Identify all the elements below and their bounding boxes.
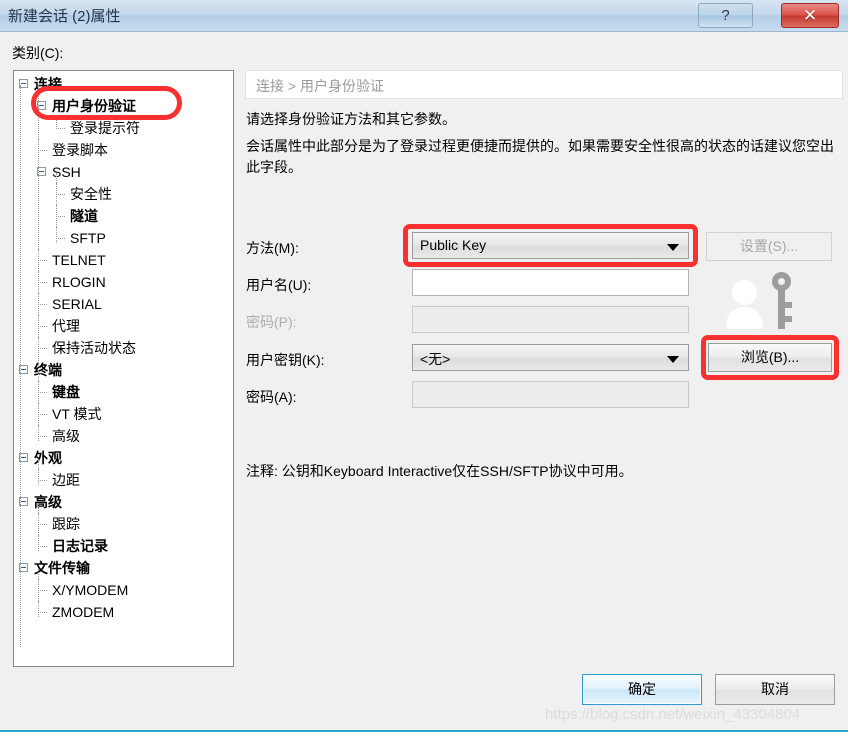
tree-item[interactable]: SERIAL bbox=[14, 293, 233, 315]
cancel-button[interactable]: 取消 bbox=[715, 674, 835, 705]
userkey-label: 用户密钥(K): bbox=[246, 352, 325, 368]
tree-item-label: SERIAL bbox=[52, 296, 102, 312]
tree-item[interactable]: 跟踪 bbox=[14, 513, 233, 535]
tree-item[interactable]: 安全性 bbox=[14, 183, 233, 205]
tree-item-label: 用户身份验证 bbox=[52, 98, 136, 114]
tree-guide-line bbox=[38, 503, 40, 551]
tree-item-label: 日志记录 bbox=[52, 538, 108, 554]
key-tooth-shape bbox=[785, 302, 792, 308]
tree-guide-line bbox=[56, 173, 58, 243]
tree-item[interactable]: 保持活动状态 bbox=[14, 337, 233, 359]
close-icon: ✕ bbox=[802, 6, 818, 25]
tree-item[interactable]: 用户身份验证 bbox=[14, 95, 233, 117]
tree-guide-line bbox=[38, 459, 40, 485]
method-value: Public Key bbox=[420, 237, 487, 253]
person-body-shape bbox=[726, 307, 763, 329]
tree-item-label: RLOGIN bbox=[52, 274, 106, 290]
user-key-icon bbox=[726, 272, 800, 336]
tree-item-label: 登录脚本 bbox=[52, 142, 108, 158]
tree-guide-line bbox=[38, 569, 40, 617]
tree-item-label: 登录提示符 bbox=[70, 120, 140, 136]
tree-item[interactable]: ZMODEM bbox=[14, 601, 233, 623]
tree-item[interactable]: 隧道 bbox=[14, 205, 233, 227]
tree-item[interactable]: 代理 bbox=[14, 315, 233, 337]
description-line-2: 会话属性中此部分是为了登录过程更便捷而提供的。如果需要安全性很高的状态的话建议您… bbox=[246, 138, 834, 175]
tree-item[interactable]: 日志记录 bbox=[14, 535, 233, 557]
password-input[interactable] bbox=[412, 306, 689, 333]
userkey-combobox[interactable]: <无> bbox=[412, 344, 689, 371]
breadcrumb-text: 连接 > 用户身份验证 bbox=[256, 78, 384, 94]
settings-button-label: 设置(S)... bbox=[739, 238, 799, 254]
tree-item[interactable]: 边距 bbox=[14, 469, 233, 491]
tree-item-label: 文件传输 bbox=[34, 560, 90, 576]
tree-guide-line bbox=[38, 371, 40, 441]
tree-item-label: 高级 bbox=[52, 428, 80, 444]
tree-item-label: 保持活动状态 bbox=[52, 340, 136, 356]
tree-item[interactable]: 连接 bbox=[14, 73, 233, 95]
tree-item[interactable]: 终端 bbox=[14, 359, 233, 381]
tree-guide-line bbox=[20, 85, 22, 647]
note-text: 注释: 公钥和Keyboard Interactive仅在SSH/SFTP协议中… bbox=[246, 463, 633, 479]
tree-item[interactable]: 登录提示符 bbox=[14, 117, 233, 139]
title-bar: 新建会话 (2)属性 ? ✕ bbox=[0, 0, 848, 32]
tree-item-label: 边距 bbox=[52, 472, 80, 488]
settings-button[interactable]: 设置(S)... bbox=[706, 232, 832, 261]
tree-item-label: 代理 bbox=[52, 318, 80, 334]
tree-item[interactable]: VT 模式 bbox=[14, 403, 233, 425]
tree-item[interactable]: 高级 bbox=[14, 491, 233, 513]
passphrase-label: 密码(A): bbox=[246, 389, 297, 405]
username-input[interactable] bbox=[412, 269, 689, 296]
tree-item-label: 隧道 bbox=[70, 208, 98, 224]
chevron-down-icon bbox=[667, 356, 679, 363]
cancel-button-label: 取消 bbox=[761, 681, 789, 697]
tree-item[interactable]: X/YMODEM bbox=[14, 579, 233, 601]
tree-item[interactable]: TELNET bbox=[14, 249, 233, 271]
tree-item-label: SFTP bbox=[70, 230, 106, 246]
tree-connector bbox=[56, 117, 58, 129]
passphrase-input[interactable] bbox=[412, 381, 689, 408]
ok-button-label: 确定 bbox=[628, 681, 656, 697]
watermark-text: https://blog.csdn.net/weixin_43304804 bbox=[545, 706, 801, 723]
browse-button-label: 浏览(B)... bbox=[740, 349, 800, 365]
dialog-window: 新建会话 (2)属性 ? ✕ 类别(C): 连接用户身份验证登录提示符登录脚本 S… bbox=[0, 0, 848, 732]
help-button[interactable]: ? bbox=[698, 3, 753, 28]
userkey-value: <无> bbox=[420, 351, 451, 367]
browse-button[interactable]: 浏览(B)... bbox=[708, 343, 832, 372]
password-label: 密码(P): bbox=[246, 314, 297, 330]
person-head-shape bbox=[732, 280, 757, 305]
tree-item[interactable]: RLOGIN bbox=[14, 271, 233, 293]
ok-button[interactable]: 确定 bbox=[582, 674, 702, 705]
username-label: 用户名(U): bbox=[246, 277, 312, 293]
tree-item-label: 安全性 bbox=[70, 186, 112, 202]
tree-item[interactable]: 登录脚本 bbox=[14, 139, 233, 161]
tree-guide-line bbox=[38, 107, 40, 373]
tree-item-label: X/YMODEM bbox=[52, 582, 129, 598]
tree-item[interactable]: SFTP bbox=[14, 227, 233, 249]
key-stem-shape bbox=[778, 289, 785, 329]
tree-item-label: ZMODEM bbox=[52, 604, 115, 620]
tree-item-label: VT 模式 bbox=[52, 406, 102, 422]
tree-item[interactable]: 高级 bbox=[14, 425, 233, 447]
tree-item[interactable]: 文件传输 bbox=[14, 557, 233, 579]
question-mark-icon: ? bbox=[721, 7, 730, 24]
description-line-1: 请选择身份验证方法和其它参数。 bbox=[246, 111, 456, 127]
category-label: 类别(C): bbox=[12, 45, 64, 61]
method-combobox[interactable]: Public Key bbox=[412, 232, 689, 259]
category-tree[interactable]: 连接用户身份验证登录提示符登录脚本 SSH 安全性隧道 SFTP TELNET RLOGI… bbox=[13, 70, 234, 667]
chevron-down-icon bbox=[667, 244, 679, 251]
close-button[interactable]: ✕ bbox=[781, 3, 839, 28]
window-title: 新建会话 (2)属性 bbox=[8, 8, 121, 25]
tree-item[interactable]: 外观 bbox=[14, 447, 233, 469]
tree-item-label: 键盘 bbox=[52, 384, 80, 400]
tree-item[interactable]: 键盘 bbox=[14, 381, 233, 403]
breadcrumb: 连接 > 用户身份验证 bbox=[245, 70, 843, 99]
key-tooth-shape bbox=[785, 316, 792, 322]
tree-item[interactable]: SSH bbox=[14, 161, 233, 183]
method-label: 方法(M): bbox=[246, 240, 299, 256]
tree-item-label: TELNET bbox=[52, 252, 106, 268]
tree-item-label: 跟踪 bbox=[52, 516, 80, 532]
